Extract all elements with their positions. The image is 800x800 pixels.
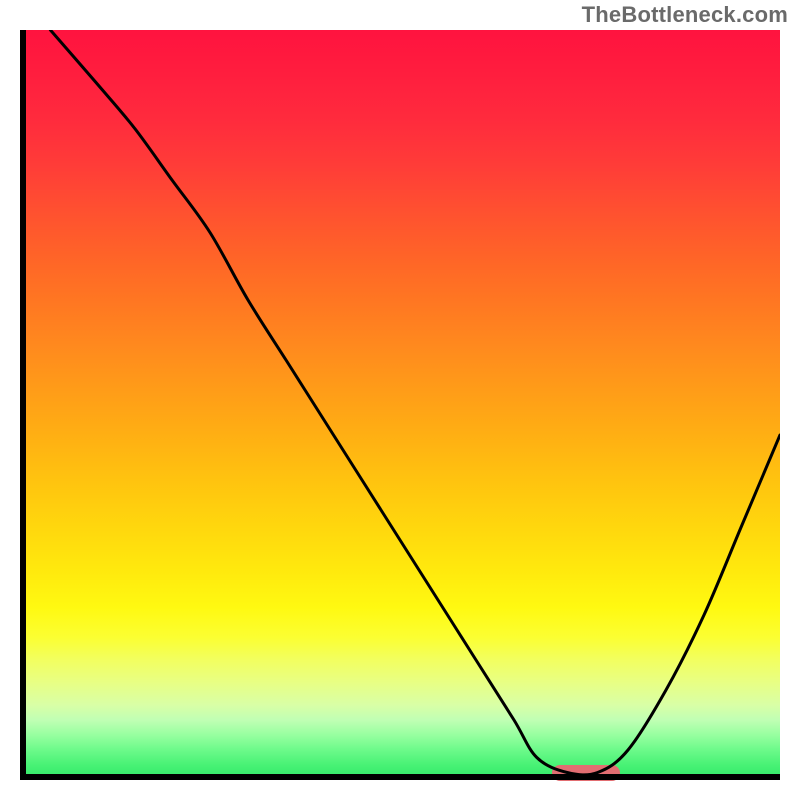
bottleneck-curve-line [50, 30, 780, 775]
watermark-text: TheBottleneck.com [582, 2, 788, 28]
curve-svg [20, 30, 780, 780]
plot-area [20, 30, 780, 780]
bottleneck-chart: TheBottleneck.com [0, 0, 800, 800]
